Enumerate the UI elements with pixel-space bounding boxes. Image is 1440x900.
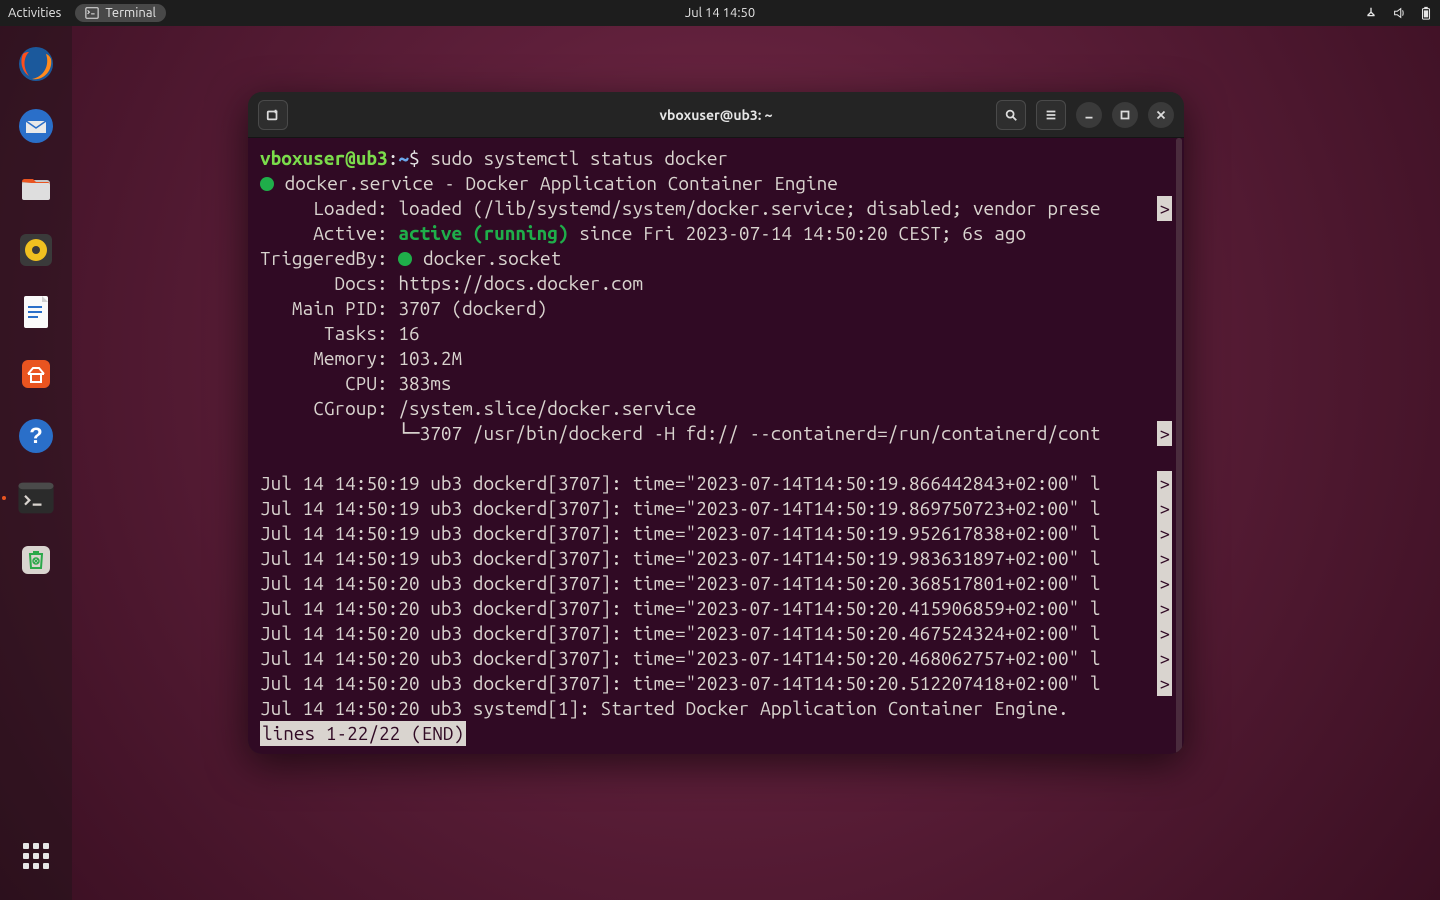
log-line: Jul 14 14:50:20 ub3 dockerd[3707]: time=… [248, 671, 1184, 696]
trash-icon [16, 540, 56, 580]
rhythmbox-icon [16, 230, 56, 270]
status-tasks: Tasks: 16 [248, 321, 1184, 346]
app-menu[interactable]: Terminal [75, 4, 166, 22]
status-docs: Docs: https://docs.docker.com [248, 271, 1184, 296]
log-line: Jul 14 14:50:19 ub3 dockerd[3707]: time=… [248, 471, 1184, 496]
log-line: Jul 14 14:50:20 ub3 dockerd[3707]: time=… [248, 571, 1184, 596]
terminal-app-icon [14, 476, 58, 520]
status-loaded: Loaded: loaded (/lib/systemd/system/dock… [248, 196, 1184, 221]
minimize-button[interactable] [1076, 102, 1102, 128]
line-wrap-icon: > [1157, 421, 1172, 446]
new-tab-button[interactable] [258, 100, 288, 130]
line-wrap-icon: > [1157, 671, 1172, 696]
show-apps-button[interactable] [12, 832, 60, 880]
dock-firefox[interactable] [12, 40, 60, 88]
command-text: sudo systemctl status docker [430, 147, 728, 169]
status-cgroup-child: └─3707 /usr/bin/dockerd -H fd:// --conta… [248, 421, 1184, 446]
status-dot-icon [260, 177, 274, 191]
log-line-final: Jul 14 14:50:20 ub3 systemd[1]: Started … [248, 696, 1184, 721]
menu-button[interactable] [1036, 100, 1066, 130]
blank-line [248, 446, 1184, 471]
window-title: vboxuser@ub3: ~ [660, 107, 773, 123]
status-cpu: CPU: 383ms [248, 371, 1184, 396]
dock-trash[interactable] [12, 536, 60, 584]
line-wrap-icon: > [1157, 471, 1172, 496]
line-wrap-icon: > [1157, 571, 1172, 596]
line-wrap-icon: > [1157, 621, 1172, 646]
window-titlebar[interactable]: vboxuser@ub3: ~ [248, 92, 1184, 138]
line-wrap-icon: > [1157, 196, 1172, 221]
log-line: Jul 14 14:50:19 ub3 dockerd[3707]: time=… [248, 496, 1184, 521]
line-wrap-icon: > [1157, 521, 1172, 546]
pager-status: lines 1-22/22 (END) [248, 721, 1184, 746]
log-line: Jul 14 14:50:20 ub3 dockerd[3707]: time=… [248, 646, 1184, 671]
system-status-area[interactable] [1364, 6, 1432, 20]
top-panel: Activities Terminal Jul 14 14:50 [0, 0, 1440, 26]
clock[interactable]: Jul 14 14:50 [685, 6, 755, 20]
firefox-icon [16, 44, 56, 84]
status-cgroup: CGroup: /system.slice/docker.service [248, 396, 1184, 421]
log-line: Jul 14 14:50:19 ub3 dockerd[3707]: time=… [248, 521, 1184, 546]
battery-icon [1420, 6, 1432, 20]
status-dot-icon [398, 252, 412, 266]
search-button[interactable] [996, 100, 1026, 130]
maximize-button[interactable] [1112, 102, 1138, 128]
log-line: Jul 14 14:50:20 ub3 dockerd[3707]: time=… [248, 621, 1184, 646]
prompt-line: vboxuser@ub3:~$ sudo systemctl status do… [248, 146, 1184, 171]
terminal-icon [85, 6, 99, 20]
network-icon [1364, 6, 1378, 20]
files-icon [16, 168, 56, 208]
line-wrap-icon: > [1157, 646, 1172, 671]
dock-writer[interactable] [12, 288, 60, 336]
close-button[interactable] [1148, 102, 1174, 128]
status-memory: Memory: 103.2M [248, 346, 1184, 371]
line-wrap-icon: > [1157, 596, 1172, 621]
line-wrap-icon: > [1157, 496, 1172, 521]
thunderbird-icon [16, 106, 56, 146]
terminal-window: vboxuser@ub3: ~ vboxuser@ub3:~$ sudo sys… [248, 92, 1184, 754]
line-wrap-icon: > [1157, 546, 1172, 571]
status-triggeredby: TriggeredBy: docker.socket [248, 246, 1184, 271]
log-line: Jul 14 14:50:20 ub3 dockerd[3707]: time=… [248, 596, 1184, 621]
svg-text:?: ? [29, 423, 42, 448]
dock-help[interactable]: ? [12, 412, 60, 460]
help-icon: ? [16, 416, 56, 456]
status-mainpid: Main PID: 3707 (dockerd) [248, 296, 1184, 321]
dock-software[interactable] [12, 350, 60, 398]
status-active: Active: active (running) since Fri 2023-… [248, 221, 1184, 246]
dock-thunderbird[interactable] [12, 102, 60, 150]
status-header: docker.service - Docker Application Cont… [248, 171, 1184, 196]
log-line: Jul 14 14:50:19 ub3 dockerd[3707]: time=… [248, 546, 1184, 571]
app-menu-label: Terminal [105, 6, 156, 20]
dock-terminal[interactable] [12, 474, 60, 522]
dock-files[interactable] [12, 164, 60, 212]
volume-icon [1392, 6, 1406, 20]
terminal-viewport[interactable]: vboxuser@ub3:~$ sudo systemctl status do… [248, 138, 1184, 754]
activities-button[interactable]: Activities [8, 6, 61, 20]
writer-icon [16, 292, 56, 332]
software-icon [16, 354, 56, 394]
dock-rhythmbox[interactable] [12, 226, 60, 274]
dock: ? [0, 26, 72, 900]
